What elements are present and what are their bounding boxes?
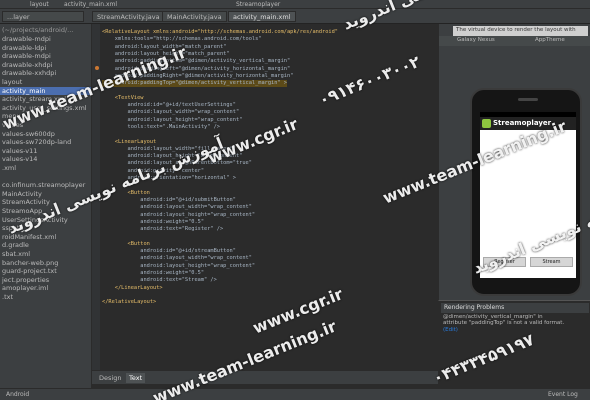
edit-link[interactable]: (Edit) (443, 327, 458, 333)
code-line[interactable]: android:weight="0.5" (102, 219, 204, 226)
tab-main-activity[interactable]: MainActivity.java (162, 11, 227, 22)
android-app-icon (482, 119, 491, 128)
code-line[interactable]: <RelativeLayout xmlns:android="http://sc… (102, 29, 338, 36)
device-tooltip: The virtual device to render the layout … (453, 26, 588, 36)
stream-button[interactable]: Stream (530, 257, 573, 267)
tree-item[interactable]: drawable-mdpi (0, 35, 91, 43)
code-line[interactable]: </LinearLayout> (102, 285, 163, 292)
tree-item[interactable]: values-v11 (0, 147, 91, 155)
tree-item[interactable]: bancher-web.png (0, 259, 91, 267)
tree-item[interactable]: d.gradle (0, 241, 91, 249)
code-line[interactable]: android:layout_width="wrap_content" (102, 255, 252, 262)
breadcrumb-file[interactable]: activity_main.xml (64, 1, 117, 8)
tab-activity-main[interactable]: activity_main.xml (228, 11, 296, 22)
preview-toolbar: Galaxy Nexus AppTheme (439, 36, 590, 46)
tree-item[interactable]: drawable-mdpi (0, 52, 91, 60)
code-line[interactable]: android:text="Register" /> (102, 226, 223, 233)
code-line[interactable]: </RelativeLayout> (102, 299, 156, 306)
window-title: Streamoplayer (236, 1, 281, 8)
code-line[interactable]: android:text="Stream" /> (102, 277, 217, 284)
code-line[interactable]: android:layout_width="wrap_content" (102, 109, 240, 116)
event-log-button[interactable]: Event Log (548, 391, 578, 398)
theme-selector[interactable]: AppTheme (535, 37, 565, 43)
code-line[interactable]: android:id="@+id/textUserSettings" (102, 102, 236, 109)
tree-item[interactable]: values-sw720dp-land (0, 138, 91, 146)
project-path: (~/projects/android/... (2, 26, 74, 34)
tree-item[interactable]: guard-project.txt (0, 267, 91, 275)
tab-bar: ...layer StreamActivity.java MainActivit… (0, 9, 590, 24)
problem-line-2: attribute "paddingTop" is not a valid fo… (443, 320, 565, 326)
tree-item[interactable]: drawable-xxhdpi (0, 69, 91, 77)
problems-title: Rendering Problems (441, 303, 589, 313)
tree-item[interactable]: ject.properties (0, 276, 91, 284)
editor-mode-tabs: Design Text (92, 370, 438, 384)
tree-item[interactable] (0, 173, 91, 181)
code-line[interactable]: tools:text=".MainActivity" /> (102, 124, 221, 131)
code-line[interactable]: android:id="@+id/streamButton" (102, 248, 236, 255)
device-selector[interactable]: Galaxy Nexus (457, 37, 495, 43)
tab-stream-activity[interactable]: StreamActivity.java (92, 11, 165, 22)
status-bar: Android Event Log (0, 388, 590, 400)
code-line[interactable]: <LinearLayout (102, 139, 156, 146)
tree-item[interactable]: sbat.xml (0, 250, 91, 258)
code-line[interactable]: android:layout_width="wrap_content" (102, 204, 252, 211)
code-line[interactable]: android:layout_height="wrap_content" (102, 263, 255, 270)
tab-design[interactable]: Design (96, 373, 124, 383)
tree-item[interactable]: drawable-ldpi (0, 44, 91, 52)
tree-item[interactable]: .xml (0, 164, 91, 172)
tab-text[interactable]: Text (126, 373, 146, 383)
code-line[interactable]: android:weight="0.5" (102, 270, 204, 277)
project-label: ...layer (7, 13, 30, 21)
speaker-icon (518, 98, 538, 101)
tree-item[interactable]: values-v14 (0, 155, 91, 163)
code-line[interactable]: android:layout_height="wrap_content" (102, 212, 255, 219)
code-line[interactable]: <TextView (102, 95, 144, 102)
android-tool-button[interactable]: Android (6, 391, 29, 398)
code-line[interactable]: android:id="@+id/submitButton" (102, 197, 236, 204)
project-tool-tab[interactable]: ...layer (2, 11, 84, 22)
breadcrumb-bar: layout activity_main.xml Streamoplayer (0, 0, 590, 9)
code-line[interactable]: <Button (102, 241, 150, 248)
tree-item[interactable]: amoplayer.iml (0, 284, 91, 292)
tree-item[interactable]: co.infinum.streamoplayer (0, 181, 91, 189)
breadcrumb-layout[interactable]: layout (30, 1, 49, 8)
code-line[interactable]: android:layout_height="wrap_content" (102, 117, 243, 124)
warning-marker-icon[interactable] (95, 66, 99, 70)
tree-item[interactable]: .txt (0, 293, 91, 301)
tree-item[interactable]: drawable-xhdpi (0, 61, 91, 69)
